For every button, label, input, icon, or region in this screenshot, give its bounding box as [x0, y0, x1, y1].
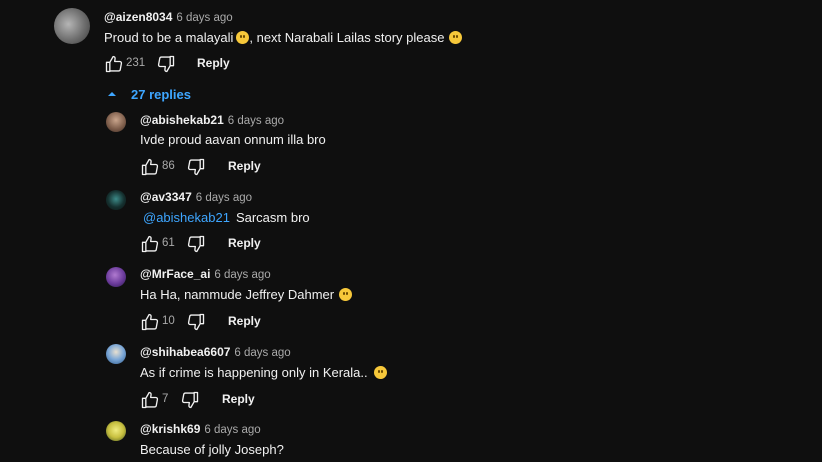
comment-actions: 86 Reply: [140, 157, 340, 177]
comment-author[interactable]: @krishk69: [140, 422, 200, 436]
reply-button[interactable]: Reply: [228, 314, 261, 328]
comment-author[interactable]: @av3347: [140, 190, 192, 204]
comment-header: @MrFace_ai 6 days ago: [140, 267, 271, 281]
comment-header: @aizen8034 6 days ago: [104, 10, 233, 24]
like-icon[interactable]: [140, 157, 160, 177]
comment-text-part-2: , next Narabali Lailas story please: [249, 30, 445, 45]
comment-header: @krishk69 6 days ago: [140, 422, 261, 436]
dislike-icon[interactable]: [186, 234, 206, 254]
avatar[interactable]: [106, 344, 126, 364]
like-count: 10: [162, 315, 175, 327]
comment-actions: 61 Reply: [140, 234, 340, 254]
comment-text: As if crime is happening only in Kerala.…: [140, 365, 387, 380]
like-icon[interactable]: [104, 54, 124, 74]
comment-author[interactable]: @abishekab21: [140, 113, 224, 127]
chevron-up-icon: [108, 92, 116, 96]
comment-timestamp[interactable]: 6 days ago: [228, 115, 284, 127]
like-count: 61: [162, 237, 175, 249]
comment-header: @av3347 6 days ago: [140, 190, 252, 204]
reply-button[interactable]: Reply: [222, 392, 255, 406]
replies-count-label: 27 replies: [131, 87, 191, 102]
avatar[interactable]: [54, 8, 90, 44]
like-icon[interactable]: [140, 390, 160, 410]
comment-text: Ha Ha, nammude Jeffrey Dahmer: [140, 287, 353, 302]
comment-timestamp[interactable]: 6 days ago: [204, 424, 260, 436]
comment-text: Ivde proud aavan onnum illa bro: [140, 132, 326, 147]
dislike-icon[interactable]: [156, 54, 176, 74]
like-icon[interactable]: [140, 234, 160, 254]
avatar[interactable]: [106, 421, 126, 441]
comment-timestamp[interactable]: 6 days ago: [234, 347, 290, 359]
comment-timestamp[interactable]: 6 days ago: [176, 12, 232, 24]
comment-header: @shihabea6607 6 days ago: [140, 345, 291, 359]
comment-timestamp[interactable]: 6 days ago: [214, 269, 270, 281]
avatar[interactable]: [106, 190, 126, 210]
dislike-icon[interactable]: [180, 390, 200, 410]
comment-text-part: Ha Ha, nammude Jeffrey Dahmer: [140, 287, 335, 302]
smiling-face-emoji-icon: [449, 31, 463, 44]
comment-author[interactable]: @aizen8034: [104, 10, 172, 24]
laughing-emoji-icon: [373, 366, 387, 379]
dislike-icon[interactable]: [186, 157, 206, 177]
comment-text-part: Sarcasm bro: [235, 210, 310, 225]
comment-header: @abishekab21 6 days ago: [140, 113, 284, 127]
comment-text: Because of jolly Joseph?: [140, 442, 284, 457]
comment-author[interactable]: @shihabea6607: [140, 345, 230, 359]
reply-button[interactable]: Reply: [228, 236, 261, 250]
laughing-emoji-icon: [339, 288, 353, 301]
comment-text: @abishekab21 Sarcasm bro: [143, 210, 310, 225]
comment-text-part: Proud to be a malayali: [104, 30, 234, 45]
comment-timestamp[interactable]: 6 days ago: [196, 192, 252, 204]
hugging-face-emoji-icon: [236, 31, 250, 44]
like-icon[interactable]: [140, 312, 160, 332]
comment-author[interactable]: @MrFace_ai: [140, 267, 210, 281]
like-count: 231: [126, 57, 146, 69]
reply-button[interactable]: Reply: [197, 56, 230, 70]
comment-actions: 231 Reply: [104, 54, 304, 74]
comment-actions: 7 Reply: [140, 390, 340, 410]
like-count: 86: [162, 160, 175, 172]
comment-text: Proud to be a malayali , next Narabali La…: [104, 30, 463, 45]
avatar[interactable]: [106, 112, 126, 132]
mention-link[interactable]: @abishekab21: [143, 210, 230, 225]
comment-actions: 10 Reply: [140, 312, 340, 332]
dislike-icon[interactable]: [186, 312, 206, 332]
comment-text-part: As if crime is happening only in Kerala.…: [140, 365, 368, 380]
like-count: 7: [162, 393, 169, 405]
avatar[interactable]: [106, 267, 126, 287]
comments-panel: @aizen8034 6 days ago Proud to be a malay…: [0, 0, 822, 462]
reply-button[interactable]: Reply: [228, 159, 261, 173]
